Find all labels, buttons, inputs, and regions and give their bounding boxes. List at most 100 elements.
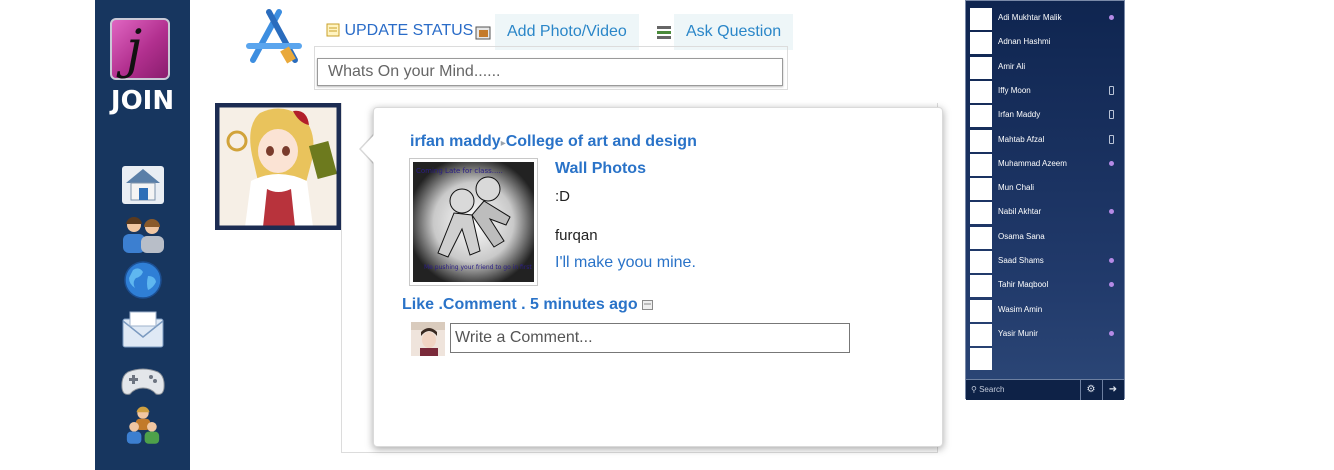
gear-icon[interactable]: ⚙: [1080, 380, 1101, 400]
ask-question-pill[interactable]: Ask Question: [674, 14, 794, 50]
chat-contact-avatar: [970, 178, 992, 201]
home-icon[interactable]: [120, 164, 166, 206]
left-nav: j JOIN: [95, 0, 190, 470]
chat-contact[interactable]: Adnan Hashmi: [970, 32, 1124, 55]
online-status-icon: [1109, 330, 1114, 336]
join-label[interactable]: JOIN: [95, 86, 190, 116]
chat-contact-name: Wasim Amin: [998, 304, 1043, 314]
app-store-icon: [246, 9, 302, 64]
post-caption: :D: [555, 188, 570, 205]
chat-contact[interactable]: Tahir Maqbool: [970, 275, 1124, 298]
online-status-icon: [1109, 258, 1114, 263]
chat-contact-name: Iffy Moon: [998, 85, 1031, 95]
chat-contact-name: Tahir Maqbool: [998, 280, 1049, 290]
games-icon[interactable]: [120, 358, 166, 400]
update-status-label: UPDATE STATUS: [344, 22, 474, 39]
comment-text: I'll make yoou mine.: [555, 254, 696, 271]
search-icon: ⚲: [971, 385, 977, 394]
online-status-icon: [1109, 209, 1114, 215]
chat-contact[interactable]: Yasir Munir: [970, 323, 1124, 347]
chat-contact-avatar: [970, 32, 992, 55]
chat-contact-avatar: [970, 129, 992, 152]
online-status-icon: [1109, 160, 1114, 166]
chat-search[interactable]: ⚲ Search: [971, 385, 1004, 394]
chat-contact-name: Saad Shams: [998, 256, 1044, 265]
chat-contact[interactable]: [970, 348, 1124, 371]
chat-contact-name: Yasir Munir: [998, 328, 1038, 338]
chat-contact-avatar: [970, 80, 992, 103]
chat-contact[interactable]: Adi Mukhtar Malik: [970, 8, 1124, 31]
chat-contact-name: Nabil Akhtar: [998, 207, 1042, 217]
chat-sidebar: Adi Mukhtar Malik Adnan Hashmi Amir Ali Iff…: [965, 0, 1125, 400]
chat-contact-avatar: [970, 226, 992, 249]
chat-contact-avatar: [970, 275, 992, 298]
status-input[interactable]: Whats On your Mind......: [317, 58, 783, 86]
mobile-status-icon: [1109, 110, 1114, 120]
app-logo[interactable]: j: [110, 18, 170, 80]
author-avatar[interactable]: [215, 103, 341, 230]
app-logo-letter: j: [126, 20, 143, 80]
album-link[interactable]: Wall Photos: [555, 160, 646, 178]
card-arrow-inner: [361, 134, 375, 164]
add-photo-label: Add Photo/Video: [507, 23, 627, 40]
chat-contact-avatar: [970, 299, 992, 322]
chat-contact-name: Osama Sana: [998, 231, 1045, 241]
chat-contact[interactable]: Iffy Moon: [970, 80, 1124, 104]
note-icon: [326, 23, 340, 37]
chat-contact-avatar: [970, 153, 992, 176]
chat-contact[interactable]: Wasim Amin: [970, 299, 1124, 323]
chat-contact-avatar: [970, 8, 992, 30]
messages-icon[interactable]: [120, 310, 166, 352]
photo-caption-top: Coming Late for class.....: [416, 167, 503, 175]
groups-icon[interactable]: [120, 405, 166, 447]
chat-contact-avatar: [970, 251, 992, 273]
post-actions: Like .Comment . 5 minutes ago: [402, 296, 654, 314]
post-target-link[interactable]: College of art and design: [506, 133, 697, 150]
post-photo-image: Coming Late for class..... Me pushing yo…: [413, 162, 534, 282]
mobile-status-icon: [1109, 85, 1114, 95]
chat-contact[interactable]: Amir Ali: [970, 56, 1124, 80]
chat-contact[interactable]: Mahtab Afzal: [970, 129, 1124, 153]
chat-contact[interactable]: Irfan Maddy: [970, 105, 1124, 128]
post-author-link[interactable]: irfan maddy: [410, 133, 501, 150]
comment-avatar: [411, 322, 445, 356]
post-header: irfan maddy▸College of art and design: [410, 133, 697, 151]
chat-contact[interactable]: Muhammad Azeem: [970, 153, 1124, 177]
ask-question-label: Ask Question: [686, 23, 782, 40]
photo-icon: [475, 26, 491, 40]
chat-contact-name: Irfan Maddy: [998, 110, 1041, 120]
chat-contact-avatar: [970, 202, 992, 225]
add-photo-pill[interactable]: Add Photo/Video: [495, 14, 639, 50]
reply-icon[interactable]: [642, 300, 654, 310]
comment-input[interactable]: Write a Comment...: [450, 323, 850, 353]
globe-icon[interactable]: [120, 260, 166, 302]
popout-icon[interactable]: ➜: [1102, 380, 1123, 400]
online-status-icon: [1109, 282, 1114, 288]
comment-avatar-image: [411, 322, 445, 356]
mobile-status-icon: [1109, 134, 1114, 144]
chat-contact-name: Adi Mukhtar Malik: [998, 13, 1062, 22]
post-actions-text[interactable]: Like .Comment . 5 minutes ago: [402, 296, 638, 313]
chat-contact[interactable]: Osama Sana: [970, 226, 1124, 250]
chat-contact[interactable]: Saad Shams: [970, 251, 1124, 274]
friends-icon[interactable]: [120, 213, 166, 255]
chat-contact[interactable]: Nabil Akhtar: [970, 202, 1124, 225]
chat-contact-name: Mun Chali: [998, 183, 1035, 193]
chat-contact-name: Amir Ali: [998, 61, 1026, 71]
chat-contact-avatar: [970, 348, 992, 371]
chat-contact-name: Muhammad Azeem: [998, 158, 1067, 168]
chat-contact-name: Adnan Hashmi: [998, 37, 1051, 47]
chat-search-label: Search: [979, 385, 1005, 394]
chat-contact-avatar: [970, 105, 992, 128]
chat-contact-avatar: [970, 323, 992, 346]
chat-contact[interactable]: Mun Chali: [970, 178, 1124, 201]
chat-contact-name: Mahtab Afzal: [998, 134, 1045, 144]
update-status-tab[interactable]: UPDATE STATUS: [326, 18, 473, 44]
commenter-name[interactable]: furqan: [555, 227, 598, 244]
photo-caption-bottom: Me pushing your friend to go in first: [424, 264, 532, 271]
post-photo[interactable]: Coming Late for class..... Me pushing yo…: [409, 158, 538, 286]
chat-contact-avatar: [970, 56, 992, 79]
author-avatar-image: [216, 104, 340, 229]
list-icon: [657, 26, 671, 39]
chat-footer: ⚲ Search ⚙ ➜: [966, 379, 1124, 400]
